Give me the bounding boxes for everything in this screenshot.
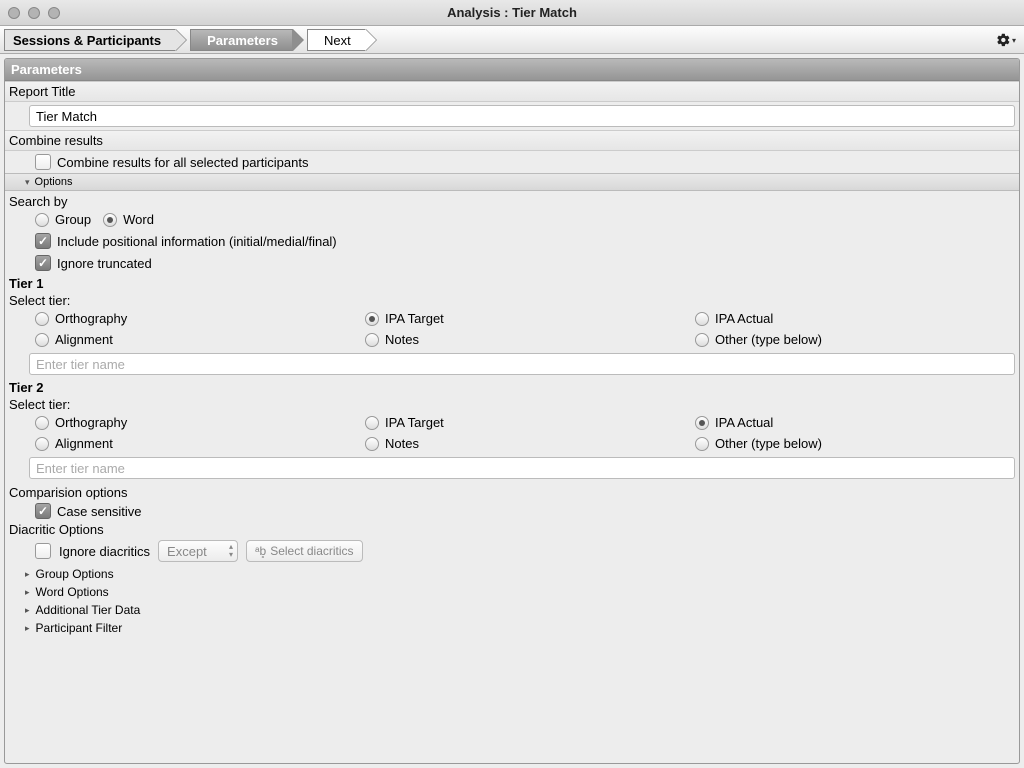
tier1-other-radio[interactable] [695, 333, 709, 347]
tier1-other-label: Other (type below) [715, 332, 822, 347]
tier1-notes-radio[interactable] [365, 333, 379, 347]
group-options-label: Group Options [36, 567, 114, 581]
select-diacritics-button[interactable]: ᵃb̥ Select diacritics [246, 540, 363, 562]
breadcrumb-parameters[interactable]: Parameters [190, 29, 293, 51]
search-by-label: Search by [5, 191, 1019, 209]
parameters-panel: Parameters Report Title Combine results … [4, 58, 1020, 764]
tier2-ipa-target-label: IPA Target [385, 415, 444, 430]
chevron-right-icon: ▸ [25, 623, 30, 634]
search-by-word-label: Word [123, 212, 154, 227]
tier2-ortho-radio[interactable] [35, 416, 49, 430]
select-diacritics-label: Select diacritics [270, 544, 353, 558]
tier2-ipa-target-radio[interactable] [365, 416, 379, 430]
tier1-name-input[interactable] [29, 353, 1015, 375]
diacritic-mode-combo[interactable]: Except ▴▾ [158, 540, 238, 562]
ignore-diacritics-label: Ignore diacritics [59, 544, 150, 559]
close-icon[interactable] [8, 7, 20, 19]
combo-arrows-icon: ▴▾ [229, 543, 233, 559]
panel-title: Parameters [5, 59, 1019, 81]
combine-results-checkbox[interactable] [35, 154, 51, 170]
traffic-lights [8, 7, 60, 19]
participant-filter-label: Participant Filter [36, 621, 123, 635]
chevron-down-icon: ▾ [1012, 36, 1016, 45]
tier1-select-label: Select tier: [5, 293, 1019, 308]
report-title-label: Report Title [5, 81, 1019, 102]
search-by-word-radio[interactable] [103, 213, 117, 227]
settings-menu[interactable]: ▾ [996, 30, 1016, 50]
tier1-title: Tier 1 [5, 274, 1019, 293]
options-disclosure[interactable]: ▾ Options [5, 173, 1019, 191]
report-title-input[interactable] [29, 105, 1015, 127]
tier1-ipa-actual-label: IPA Actual [715, 311, 773, 326]
diacritic-options-label: Diacritic Options [5, 522, 1019, 537]
comparison-options-label: Comparision options [5, 482, 1019, 500]
group-options-row[interactable]: ▸ Group Options [5, 565, 1019, 583]
tier2-ortho-label: Orthography [55, 415, 127, 430]
tier1-options: Orthography IPA Target IPA Actual Alignm… [5, 308, 1019, 350]
tier1-notes-label: Notes [385, 332, 419, 347]
breadcrumb-next[interactable]: Next [307, 29, 366, 51]
tier2-notes-label: Notes [385, 436, 419, 451]
tier1-ortho-radio[interactable] [35, 312, 49, 326]
include-positional-label: Include positional information (initial/… [57, 234, 337, 249]
ignore-truncated-checkbox[interactable]: ✓ [35, 255, 51, 271]
tier2-alignment-radio[interactable] [35, 437, 49, 451]
tier2-alignment-label: Alignment [55, 436, 113, 451]
combine-results-text: Combine results for all selected partici… [57, 155, 308, 170]
tier1-alignment-label: Alignment [55, 332, 113, 347]
tier2-title: Tier 2 [5, 378, 1019, 397]
wizard-nav: Sessions & Participants Parameters Next … [0, 26, 1024, 54]
breadcrumb-sessions[interactable]: Sessions & Participants [4, 29, 176, 51]
options-label: Options [35, 176, 73, 188]
tier1-alignment-radio[interactable] [35, 333, 49, 347]
tier1-ipa-target-radio[interactable] [365, 312, 379, 326]
additional-tier-data-label: Additional Tier Data [36, 603, 141, 617]
tier2-ipa-actual-radio[interactable] [695, 416, 709, 430]
chevron-right-icon: ▸ [25, 569, 30, 580]
case-sensitive-checkbox[interactable]: ✓ [35, 503, 51, 519]
include-positional-checkbox[interactable]: ✓ [35, 233, 51, 249]
window-title: Analysis : Tier Match [0, 5, 1024, 20]
word-options-row[interactable]: ▸ Word Options [5, 583, 1019, 601]
additional-tier-data-row[interactable]: ▸ Additional Tier Data [5, 601, 1019, 619]
zoom-icon[interactable] [48, 7, 60, 19]
search-by-group-label: Group [55, 212, 91, 227]
tier2-other-radio[interactable] [695, 437, 709, 451]
participant-filter-row[interactable]: ▸ Participant Filter [5, 619, 1019, 637]
tier1-ortho-label: Orthography [55, 311, 127, 326]
chevron-right-icon: ▸ [25, 587, 30, 598]
ignore-truncated-label: Ignore truncated [57, 256, 152, 271]
search-by-group-radio[interactable] [35, 213, 49, 227]
tier2-options: Orthography IPA Target IPA Actual Alignm… [5, 412, 1019, 454]
combine-results-label: Combine results [5, 130, 1019, 151]
word-options-label: Word Options [36, 585, 109, 599]
tier2-other-label: Other (type below) [715, 436, 822, 451]
chevron-down-icon: ▾ [25, 177, 30, 188]
ignore-diacritics-checkbox[interactable] [35, 543, 51, 559]
window-titlebar: Analysis : Tier Match [0, 0, 1024, 26]
case-sensitive-label: Case sensitive [57, 504, 142, 519]
diacritic-mode-value: Except [167, 544, 207, 559]
chevron-right-icon: ▸ [25, 605, 30, 616]
diacritics-icon: ᵃb̥ [255, 544, 266, 558]
tier1-ipa-target-label: IPA Target [385, 311, 444, 326]
tier2-notes-radio[interactable] [365, 437, 379, 451]
minimize-icon[interactable] [28, 7, 40, 19]
tier2-select-label: Select tier: [5, 397, 1019, 412]
tier2-name-input[interactable] [29, 457, 1015, 479]
tier2-ipa-actual-label: IPA Actual [715, 415, 773, 430]
gear-icon [996, 32, 1011, 48]
tier1-ipa-actual-radio[interactable] [695, 312, 709, 326]
